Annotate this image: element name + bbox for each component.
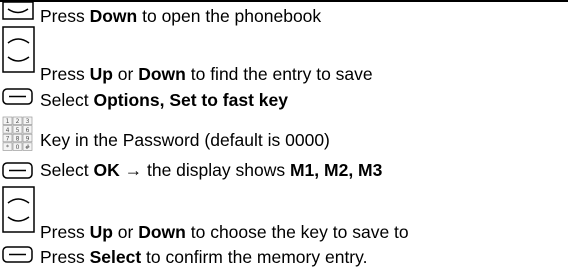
instruction-text: Key in the Password (default is 0000) [40, 130, 330, 150]
instruction-fragment: to choose the key to save to [185, 222, 409, 242]
emphasis-text: Options, Set to fast key [93, 90, 288, 110]
emphasis-text: Select [89, 247, 142, 267]
softkey-icon-wrap [2, 88, 34, 106]
up-down-keys-icon [2, 26, 35, 73]
keypad-key-label: 7 [6, 135, 10, 142]
softkey-icon-wrap [2, 246, 34, 264]
instruction-fragment: or [112, 64, 139, 84]
instruction-text: Press Up or Down to find the entry to sa… [40, 64, 373, 84]
keypad-key-label: 6 [26, 127, 30, 134]
emphasis-text: Down [89, 6, 138, 26]
keypad-key-label: 5 [16, 127, 20, 134]
emphasis-text: Up [89, 64, 113, 84]
instruction-fragment: Select [40, 160, 94, 180]
keypad-key-label: 1 [6, 118, 10, 125]
up-down-keys-icon-wrap [2, 26, 36, 74]
softkey-icon [2, 88, 33, 105]
instruction-fragment: to open the phonebook [137, 6, 322, 26]
keypad-key-label: 3 [26, 118, 30, 125]
emphasis-text: Down [138, 222, 186, 242]
instruction-fragment: Press [40, 247, 90, 267]
instruction-text: Select Options, Set to fast key [40, 90, 288, 110]
keypad-key-label: 8 [16, 135, 20, 142]
keypad-key-label: * [6, 144, 9, 151]
keypad-key-label: 4 [6, 127, 10, 134]
emphasis-text: Down [138, 64, 186, 84]
keypad-key-label: 9 [26, 135, 30, 142]
keypad-key-label: # [25, 144, 30, 151]
keypad-icon-wrap: 1 2 3 4 5 6 7 8 9 * 0 # [2, 116, 34, 152]
keypad-icon: 1 2 3 4 5 6 7 8 9 * 0 # [2, 116, 33, 151]
instruction-fragment: → the display shows [119, 160, 290, 180]
instruction-text: Press Down to open the phonebook [40, 6, 321, 26]
instruction-fragment: to find the entry to save [185, 64, 373, 84]
instruction-text: Select OK → the display shows M1, M2, M3 [40, 160, 382, 180]
instruction-text: Press Select to confirm the memory entry… [40, 247, 367, 267]
instruction-text: Press Up or Down to choose the key to sa… [40, 222, 409, 242]
instruction-fragment: Press [40, 6, 90, 26]
emphasis-text: M1, M2, M3 [289, 160, 383, 180]
down-key-icon [2, 1, 34, 20]
keypad-key-label: 2 [16, 118, 20, 125]
instruction-fragment: or [112, 222, 139, 242]
softkey-icon [2, 246, 33, 263]
up-down-keys-icon-wrap [2, 186, 36, 234]
emphasis-text: OK [93, 160, 120, 180]
instruction-fragment: Press [40, 64, 90, 84]
down-key-icon-wrap [2, 1, 34, 21]
up-down-keys-icon [2, 186, 35, 233]
emphasis-text: Up [89, 222, 113, 242]
softkey-icon [2, 162, 33, 179]
instruction-fragment: to confirm the memory entry. [141, 247, 368, 267]
instruction-fragment: Press [40, 222, 90, 242]
instruction-fragment: Key in the Password (default is 0000) [40, 130, 330, 150]
top-rule [0, 0, 568, 2]
instruction-fragment: Select [40, 90, 94, 110]
softkey-icon-wrap [2, 162, 34, 180]
keypad-key-label: 0 [16, 144, 20, 151]
